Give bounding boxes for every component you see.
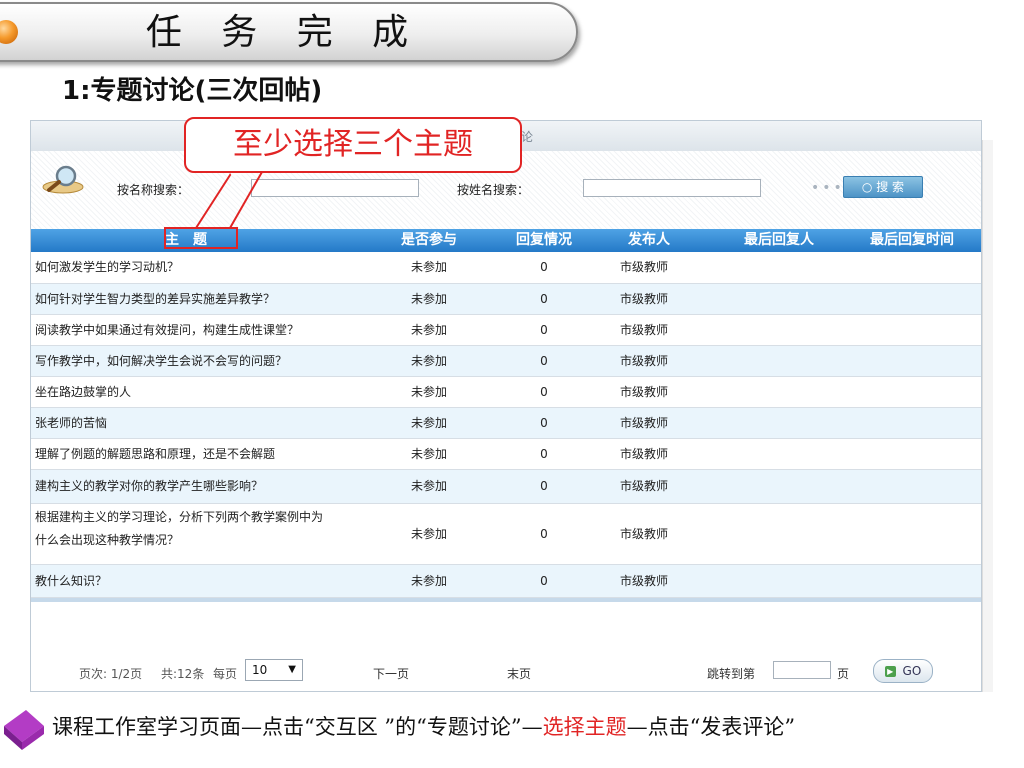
title-banner: 任 务 完 成 [0,2,578,62]
page-info: 页次: 1/2页 [79,667,143,681]
topic-link[interactable]: 坐在路边鼓掌的人 [35,377,405,407]
topic-link[interactable]: 理解了例题的解题思路和原理，还是不会解题 [35,439,405,469]
footer-highlight: 选择主题 [542,715,627,739]
publisher-value: 市级教师 [619,479,668,493]
topic-link[interactable]: 阅读教学中如果通过有效提问，构建生成性课堂？ [35,315,405,345]
dots-decoration: ••• [811,180,845,196]
column-last-reply-time[interactable]: 最后回复时间 [849,229,975,252]
table-bottom-border [31,598,981,602]
name-search-label: 按名称搜索： [117,183,190,197]
last-page-link[interactable]: 末页 [507,665,531,682]
replies-value: 0 [540,479,548,493]
vertical-scrollbar[interactable] [982,140,993,692]
replies-value: 0 [540,527,548,541]
participated-value: 未参加 [410,292,447,306]
participated-value: 未参加 [410,447,447,461]
topic-link[interactable]: 教什么知识？ [35,565,405,597]
publisher-value: 市级教师 [619,447,668,461]
author-search-input[interactable] [583,179,761,197]
table-row[interactable]: 理解了例题的解题思路和原理，还是不会解题 未参加 0 市级教师 [31,439,981,470]
participated-value: 未参加 [410,416,447,430]
publisher-value: 市级教师 [619,574,668,588]
topic-link[interactable]: 如何激发学生的学习动机？ [35,252,405,283]
publisher-value: 市级教师 [619,354,668,368]
footer-part-1: 课程工作室学习页面—点击“交互区 ”的“专题讨论”— [52,715,543,739]
author-search-label: 按姓名搜索： [457,183,530,197]
per-page-value: 10 [252,663,268,677]
publisher-value: 市级教师 [619,292,668,306]
participated-value: 未参加 [410,323,447,337]
replies-value: 0 [540,385,548,399]
publisher-value: 市级教师 [619,260,668,274]
jump-suffix: 页 [837,667,850,681]
table-row[interactable]: 写作教学中，如何解决学生会说不会写的问题？ 未参加 0 市级教师 [31,346,981,377]
table-row[interactable]: 根据建构主义的学习理论，分析下列两个教学案例中为 什么会出现这种教学情况？ 未参… [31,504,981,565]
table-row[interactable]: 如何针对学生智力类型的差异实施差异教学？ 未参加 0 市级教师 [31,284,981,315]
publisher-value: 市级教师 [619,416,668,430]
per-page-select[interactable]: 10 ▼ [245,659,303,681]
slide-subtitle: 1:专题讨论(三次回帖) [62,76,323,106]
go-arrow-icon: ▶ [884,666,896,677]
replies-value: 0 [540,323,548,337]
search-button[interactable]: ○ 搜 索 [843,176,923,198]
replies-value: 0 [540,447,548,461]
topic-link[interactable]: 如何针对学生智力类型的差异实施差异教学？ [35,284,405,314]
table-row[interactable]: 建构主义的教学对你的教学产生哪些影响？ 未参加 0 市级教师 [31,470,981,504]
participated-value: 未参加 [410,260,447,274]
column-last-replier[interactable]: 最后回复人 [729,229,829,252]
participated-value: 未参加 [410,479,447,493]
participated-value: 未参加 [410,574,447,588]
replies-value: 0 [540,292,548,306]
chevron-down-icon: ▼ [288,664,296,675]
replies-value: 0 [540,260,548,274]
per-page-label: 每页 [213,667,238,681]
purple-cube-icon [4,710,44,750]
topic-header-highlight [164,227,238,249]
table-row[interactable]: 阅读教学中如果通过有效提问，构建生成性课堂？ 未参加 0 市级教师 [31,315,981,346]
table-row[interactable]: 张老师的苦恼 未参加 0 市级教师 [31,408,981,439]
total-count: 共:12条 [161,667,205,681]
publisher-value: 市级教师 [619,323,668,337]
panel-topbar-title: 论 [521,130,534,144]
jump-label: 跳转到第 [707,667,756,681]
topic-link[interactable]: 张老师的苦恼 [35,408,405,438]
search-button-label: 搜 索 [876,180,905,194]
topic-link[interactable]: 写作教学中，如何解决学生会说不会写的问题？ [35,346,405,376]
screenshot-panel: 论 按名称搜索： 按姓名搜索： ••• ○ 搜 索 主 题 是否参与 回复情况 … [30,120,982,692]
callout-box: 至少选择三个主题 [184,117,522,173]
table-row[interactable]: 教什么知识？ 未参加 0 市级教师 [31,565,981,598]
footer-part-2: —点击“发表评论” [626,715,796,739]
name-search-input[interactable] [251,179,419,197]
magnifier-icon [42,165,84,194]
topic-link[interactable]: 根据建构主义的学习理论，分析下列两个教学案例中为 什么会出现这种教学情况？ [35,504,405,552]
go-button-label: GO [902,664,922,678]
publisher-value: 市级教师 [619,527,668,541]
replies-value: 0 [540,354,548,368]
column-participated[interactable]: 是否参与 [389,229,469,252]
publisher-value: 市级教师 [619,385,668,399]
table-row[interactable]: 坐在路边鼓掌的人 未参加 0 市级教师 [31,377,981,408]
footer-instruction: 课程工作室学习页面—点击“交互区 ”的“专题讨论”—选择主题—点击“发表评论” [52,711,795,741]
topic-link[interactable]: 建构主义的教学对你的教学产生哪些影响？ [35,470,405,503]
jump-page-input[interactable] [773,661,831,679]
table-row[interactable]: 如何激发学生的学习动机？ 未参加 0 市级教师 [31,252,981,284]
topic-line-2: 什么会出现这种教学情况？ [35,533,180,547]
go-button[interactable]: ▶ GO [873,659,933,683]
replies-value: 0 [540,416,548,430]
replies-value: 0 [540,574,548,588]
participated-value: 未参加 [410,385,447,399]
topic-line-1: 根据建构主义的学习理论，分析下列两个教学案例中为 [35,510,324,524]
pager: 页次: 1/2页 共:12条 每页 10 ▼ 下一页 末页 跳转到第 页 ▶ G… [31,651,981,691]
column-publisher[interactable]: 发布人 [609,229,689,252]
slide-title: 任 务 完 成 [145,12,423,53]
participated-value: 未参加 [410,527,447,541]
search-circle-icon: ○ [861,180,873,194]
column-replies[interactable]: 回复情况 [499,229,589,252]
participated-value: 未参加 [410,354,447,368]
next-page-link[interactable]: 下一页 [373,665,409,682]
